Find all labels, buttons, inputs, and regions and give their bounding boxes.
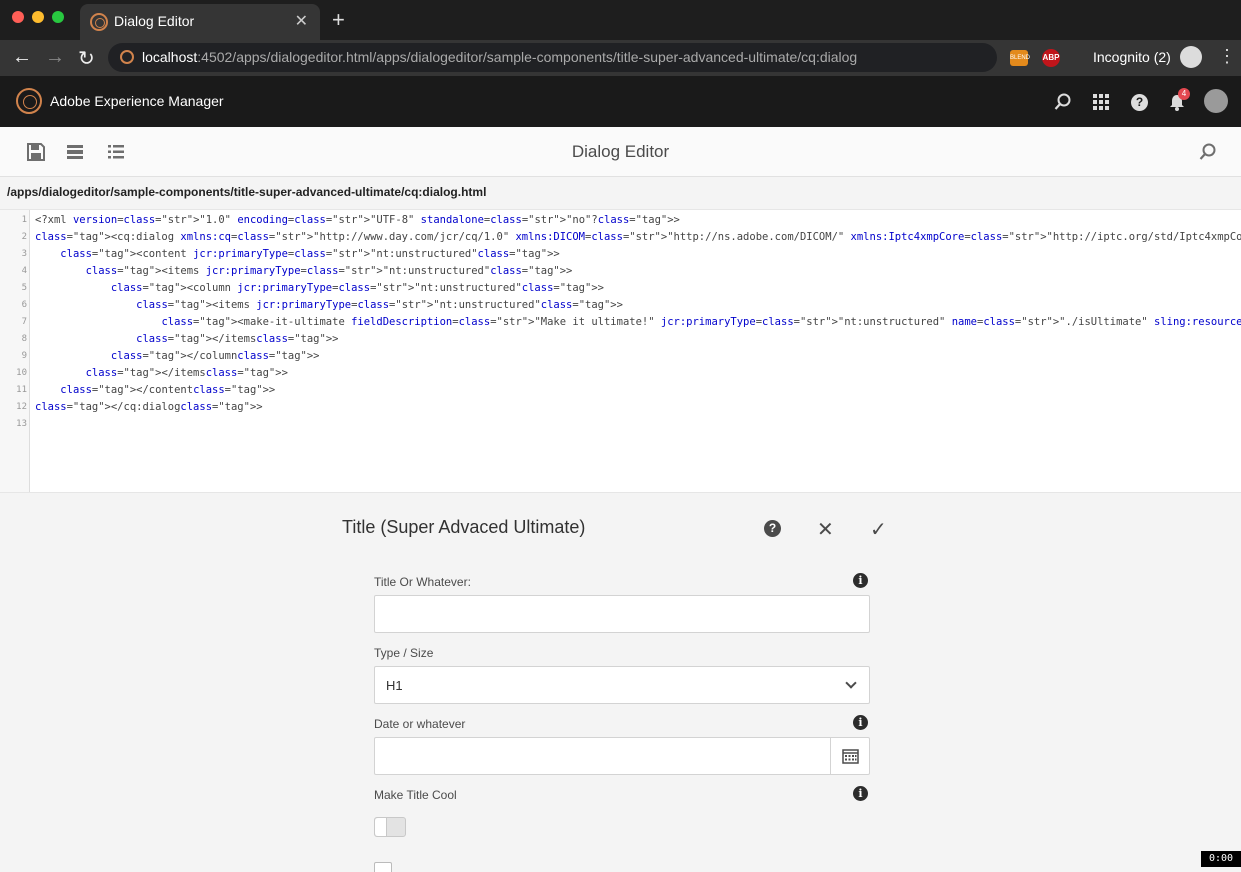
browser-tab-bar: Dialog Editor ✕ + (0, 0, 1241, 40)
window-minimize-button[interactable] (32, 11, 44, 23)
close-icon[interactable]: ✕ (817, 517, 834, 542)
code-line[interactable]: class="tag"><items jcr:primaryType=class… (35, 299, 623, 311)
code-line[interactable]: class="tag"></itemsclass="tag">> (35, 333, 338, 345)
tab-title: Dialog Editor (114, 13, 195, 29)
incognito-label[interactable]: Incognito (2) (1093, 49, 1171, 65)
line-number: 2 (21, 232, 27, 242)
aem-logo-icon[interactable] (16, 88, 42, 114)
type-size-value: H1 (386, 678, 403, 693)
editor-toolbar: Dialog Editor (0, 127, 1241, 177)
tab-close-icon[interactable]: ✕ (295, 11, 308, 31)
notification-badge: 4 (1178, 88, 1190, 100)
line-number: 1 (21, 215, 27, 225)
dialog-preview: Title (Super Advaced Ultimate) ? ✕ ✓ Tit… (0, 503, 1241, 872)
window-maximize-button[interactable] (52, 11, 64, 23)
browser-menu-icon[interactable]: ⋮ (1218, 46, 1236, 67)
aem-title[interactable]: Adobe Experience Manager (50, 93, 224, 109)
code-line[interactable]: class="tag"><content jcr:primaryType=cla… (35, 248, 559, 260)
help-icon[interactable]: ? (1131, 94, 1148, 111)
checkbox[interactable] (374, 862, 392, 872)
title-field-label: Title Or Whatever: (374, 575, 471, 589)
reload-icon[interactable]: ↻ (78, 46, 95, 71)
code-line[interactable]: class="tag"></contentclass="tag">> (35, 384, 275, 396)
window-close-button[interactable] (12, 11, 24, 23)
chevron-down-icon (845, 677, 857, 689)
solutions-grid-icon[interactable] (1092, 93, 1110, 111)
calendar-icon (842, 749, 859, 764)
aem-shell-header: Adobe Experience Manager ? 4 (0, 76, 1241, 127)
browser-toolbar: ← → ↻ localhost:4502/apps/dialogeditor.h… (0, 40, 1241, 76)
search-icon[interactable] (1199, 143, 1217, 161)
avatar[interactable] (1204, 89, 1228, 113)
code-line[interactable]: class="tag"><make-it-ultimate fieldDescr… (35, 316, 1241, 328)
line-number: 8 (21, 334, 27, 344)
help-icon[interactable]: ? (764, 520, 781, 537)
line-number: 3 (21, 249, 27, 259)
line-number: 9 (21, 351, 27, 361)
code-line[interactable]: class="tag"></cq:dialogclass="tag">> (35, 401, 263, 413)
new-tab-button[interactable]: + (332, 9, 345, 31)
recording-timer: 0:00 (1201, 851, 1241, 867)
incognito-icon[interactable] (1180, 46, 1202, 68)
line-number: 12 (16, 402, 27, 412)
cool-field-label: Make Title Cool (374, 788, 457, 802)
blend-extension-icon[interactable]: BLEND (1010, 50, 1030, 66)
line-number: 6 (21, 300, 27, 310)
code-line[interactable]: class="tag"><items jcr:primaryType=class… (35, 265, 573, 277)
done-check-icon[interactable]: ✓ (870, 517, 887, 542)
line-number: 4 (21, 266, 27, 276)
info-icon[interactable]: i (853, 715, 868, 730)
line-number: 7 (21, 317, 27, 327)
back-arrow-icon[interactable]: ← (12, 46, 32, 69)
code-line[interactable]: class="tag"><column jcr:primaryType=clas… (35, 282, 604, 294)
line-number-gutter: 1 2 3 4 5 6 7 8 9 10 11 12 13 (0, 210, 30, 492)
switch-knob (375, 818, 387, 836)
browser-tab[interactable]: Dialog Editor ✕ (80, 4, 320, 40)
line-number: 13 (16, 419, 27, 429)
adblock-extension-icon[interactable]: ABP (1042, 49, 1060, 67)
info-icon[interactable]: i (853, 786, 868, 801)
line-number: 11 (16, 385, 27, 395)
make-title-cool-switch[interactable] (374, 817, 406, 837)
info-icon[interactable]: i (853, 573, 868, 588)
code-line[interactable]: <?xml version=class="str">"1.0" encoding… (35, 214, 680, 226)
type-size-select[interactable]: H1 (374, 666, 870, 704)
aem-favicon-icon (90, 13, 108, 31)
site-info-icon[interactable] (120, 50, 134, 64)
code-line[interactable]: class="tag"></columnclass="tag">> (35, 350, 320, 362)
code-line[interactable]: class="tag"></itemsclass="tag">> (35, 367, 288, 379)
file-path: /apps/dialogeditor/sample-components/tit… (7, 185, 487, 199)
line-number: 10 (16, 368, 27, 378)
calendar-button[interactable] (830, 738, 869, 774)
forward-arrow-icon[interactable]: → (45, 46, 65, 69)
date-input[interactable] (374, 737, 870, 775)
page-title: Dialog Editor (571, 142, 670, 161)
date-field-label: Date or whatever (374, 717, 466, 731)
code-editor[interactable]: 1 2 3 4 5 6 7 8 9 10 11 12 13 <?xml version=class="s… (0, 209, 1241, 493)
search-icon[interactable] (1054, 93, 1072, 111)
code-line[interactable]: class="tag"><cq:dialog xmlns:cq=class="s… (35, 231, 1241, 243)
address-bar[interactable]: localhost:4502/apps/dialogeditor.html/ap… (108, 43, 997, 72)
url-text: localhost:4502/apps/dialogeditor.html/ap… (142, 49, 858, 65)
title-input[interactable] (374, 595, 870, 633)
dialog-title: Title (Super Advaced Ultimate) (342, 517, 586, 537)
line-number: 5 (21, 283, 27, 293)
type-field-label: Type / Size (374, 646, 434, 660)
